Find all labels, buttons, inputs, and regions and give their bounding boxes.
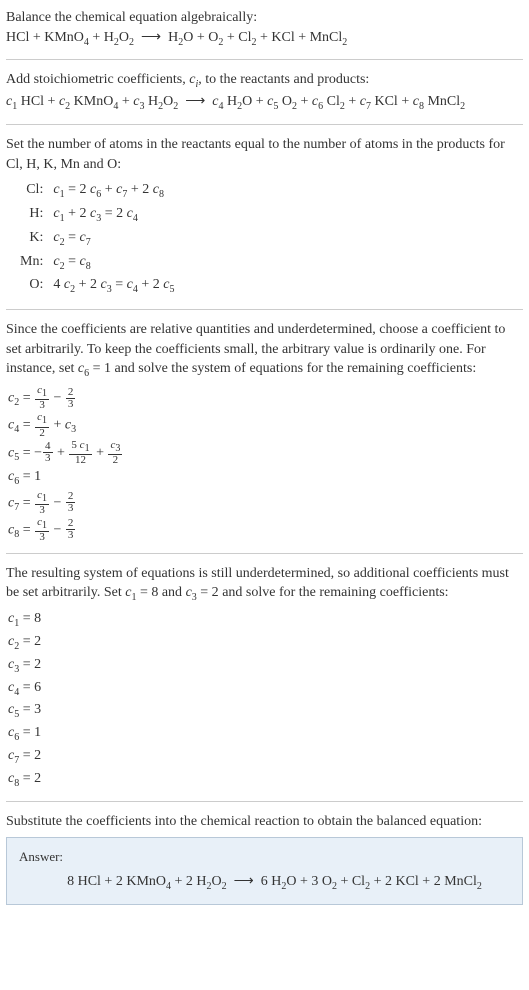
solve-first-text: Since the coefficients are relative quan… [6, 320, 523, 381]
list-item: c6 = 1 [8, 467, 523, 489]
solve-second-text: The resulting system of equations is sti… [6, 564, 523, 605]
list-item: c6 = 1 [8, 723, 523, 745]
divider [6, 124, 523, 125]
table-row: Cl:c1 = 2 c6 + c7 + 2 c8 [16, 180, 178, 202]
table-row: Mn:c2 = c8 [16, 252, 178, 274]
section-atom-balance: Set the number of atoms in the reactants… [6, 135, 523, 299]
atom-equations-table: Cl:c1 = 2 c6 + c7 + 2 c8 H:c1 + 2 c3 = 2… [14, 178, 180, 299]
list-item: c2 = 2 [8, 632, 523, 654]
list-item: c2 = c13 − 23 [8, 385, 523, 411]
unbalanced-equation: HCl + KMnO4 + H2O2 ⟶ H2O + O2 + Cl2 + KC… [6, 28, 523, 50]
element-equation: c1 + 2 c3 = 2 c4 [49, 204, 178, 226]
first-solution-list: c2 = c13 − 23 c4 = c12 + c3 c5 = −43 + 5… [8, 385, 523, 543]
list-item: c1 = 8 [8, 609, 523, 631]
answer-label: Answer: [19, 848, 510, 866]
section-solve-first: Since the coefficients are relative quan… [6, 320, 523, 543]
substitute-text: Substitute the coefficients into the che… [6, 812, 523, 832]
element-label: K: [16, 228, 47, 250]
table-row: H:c1 + 2 c3 = 2 c4 [16, 204, 178, 226]
divider [6, 801, 523, 802]
list-item: c7 = 2 [8, 746, 523, 768]
table-row: K:c2 = c7 [16, 228, 178, 250]
element-equation: 4 c2 + 2 c3 = c4 + 2 c5 [49, 275, 178, 297]
element-label: Mn: [16, 252, 47, 274]
table-row: O:4 c2 + 2 c3 = c4 + 2 c5 [16, 275, 178, 297]
balanced-equation: 8 HCl + 2 KMnO4 + 2 H2O2 ⟶ 6 H2O + 3 O2 … [19, 872, 510, 894]
list-item: c8 = 2 [8, 769, 523, 791]
atom-balance-text: Set the number of atoms in the reactants… [6, 135, 523, 174]
divider [6, 59, 523, 60]
problem-text: Balance the chemical equation algebraica… [6, 8, 523, 28]
list-item: c3 = 2 [8, 655, 523, 677]
section-solve-second: The resulting system of equations is sti… [6, 564, 523, 791]
ci-symbol: ci [189, 72, 198, 87]
element-equation: c2 = c7 [49, 228, 178, 250]
element-label: Cl: [16, 180, 47, 202]
add-coeff-text: Add stoichiometric coefficients, ci, to … [6, 70, 523, 92]
section-add-coeff: Add stoichiometric coefficients, ci, to … [6, 70, 523, 114]
divider [6, 309, 523, 310]
list-item: c5 = −43 + 5 c112 + c32 [8, 440, 523, 466]
answer-box: Answer: 8 HCl + 2 KMnO4 + 2 H2O2 ⟶ 6 H2O… [6, 837, 523, 905]
element-label: H: [16, 204, 47, 226]
list-item: c4 = 6 [8, 678, 523, 700]
element-equation: c1 = 2 c6 + c7 + 2 c8 [49, 180, 178, 202]
section-problem: Balance the chemical equation algebraica… [6, 8, 523, 49]
element-equation: c2 = c8 [49, 252, 178, 274]
coeff-equation: c1 HCl + c2 KMnO4 + c3 H2O2 ⟶ c4 H2O + c… [6, 92, 523, 114]
divider [6, 553, 523, 554]
second-solution-list: c1 = 8 c2 = 2 c3 = 2 c4 = 6 c5 = 3 c6 = … [8, 609, 523, 790]
section-substitute: Substitute the coefficients into the che… [6, 812, 523, 906]
list-item: c7 = c13 − 23 [8, 490, 523, 516]
list-item: c5 = 3 [8, 700, 523, 722]
list-item: c4 = c12 + c3 [8, 412, 523, 438]
element-label: O: [16, 275, 47, 297]
list-item: c8 = c13 − 23 [8, 517, 523, 543]
